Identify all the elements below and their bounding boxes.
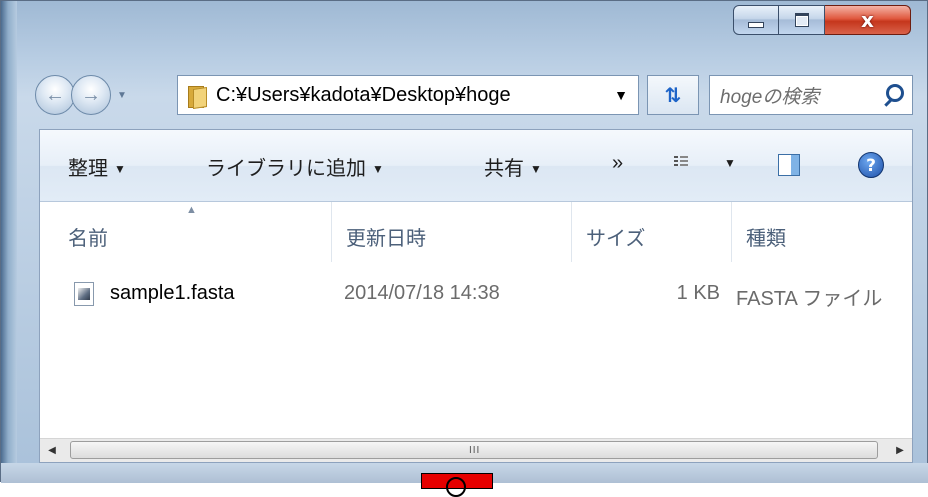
search-icon[interactable] [882,84,904,107]
address-path[interactable]: C:¥Users¥kadota¥Desktop¥hoge [216,84,511,107]
column-type[interactable]: 種類 [732,202,912,262]
column-size[interactable]: サイズ [572,202,732,262]
file-size: 1 KB [676,282,720,304]
scroll-left-icon[interactable]: ◀ [40,441,64,461]
scrollbar-thumb[interactable]: III [70,441,878,459]
organize-menu[interactable]: 整理 ▼ [68,152,126,181]
address-bar[interactable]: C:¥Users¥kadota¥Desktop¥hoge ▼ [177,75,639,115]
column-modified-label: 更新日時 [346,228,426,250]
column-header: 名前 ▲ 更新日時 サイズ 種類 [40,202,912,262]
forward-button[interactable]: → [71,75,111,115]
command-bar: 整理 ▼ ライブラリに追加 ▼ 共有 ▼ » ▼ ? [40,130,912,202]
file-row[interactable]: sample1.fasta 2014/07/18 14:38 1 KB FAST… [40,276,912,316]
view-dropdown[interactable]: ▼ [724,156,736,170]
address-dropdown[interactable]: ▼ [614,87,628,103]
close-button[interactable]: x [825,5,911,35]
refresh-button[interactable]: ⇅ [647,75,699,115]
sort-ascending-icon: ▲ [186,204,197,216]
chevron-down-icon: ▼ [114,162,126,176]
minimize-button[interactable] [733,5,779,35]
file-type: FASTA ファイル [736,288,883,310]
refresh-icon: ⇅ [664,84,682,107]
organize-label: 整理 [68,158,108,180]
window-left-edge [1,1,17,483]
column-size-label: サイズ [586,228,646,250]
maximize-icon [794,13,809,27]
close-icon: x [861,8,874,32]
chevron-down-icon: ▼ [530,162,542,176]
circle-icon [446,477,466,497]
red-marker [421,473,493,497]
back-arrow-icon: ← [45,83,65,106]
more-commands-button[interactable]: » [612,152,623,175]
column-modified[interactable]: 更新日時 [332,202,572,262]
share-menu[interactable]: 共有 ▼ [484,152,542,181]
column-name[interactable]: 名前 ▲ [40,202,332,262]
preview-pane-icon[interactable] [778,154,800,176]
help-icon[interactable]: ? [858,152,884,178]
folder-icon [188,84,207,109]
chevron-down-icon: ▼ [372,162,384,176]
forward-arrow-icon: → [81,83,101,106]
recent-pages-dropdown[interactable]: ▼ [117,90,127,101]
nav-buttons: ← → ▼ [35,75,127,115]
view-icon[interactable] [674,154,688,170]
scrollbar-grip: III [469,445,481,456]
file-modified: 2014/07/18 14:38 [344,282,500,304]
explorer-window: x ← → ▼ C:¥Users¥kadota¥Desktop¥hoge ▼ ⇅… [0,0,928,497]
horizontal-scrollbar[interactable]: ◀ III ▶ [40,438,912,462]
column-name-label: 名前 [68,228,108,250]
column-type-label: 種類 [746,228,786,250]
search-input[interactable]: hogeの検索 [720,82,819,109]
content-pane: 整理 ▼ ライブラリに追加 ▼ 共有 ▼ » ▼ ? 名前 ▲ 更新日時 サイズ 種類 [39,129,913,463]
back-button[interactable]: ← [35,75,75,115]
minimize-icon [748,22,764,28]
scroll-right-icon[interactable]: ▶ [888,441,912,461]
add-to-library-menu[interactable]: ライブラリに追加 ▼ [206,152,384,181]
add-to-library-label: ライブラリに追加 [206,158,366,180]
maximize-button[interactable] [779,5,825,35]
caption-buttons: x [733,5,911,37]
share-label: 共有 [484,158,524,180]
file-name[interactable]: sample1.fasta [110,282,235,305]
file-icon [74,282,94,306]
search-box[interactable]: hogeの検索 [709,75,913,115]
